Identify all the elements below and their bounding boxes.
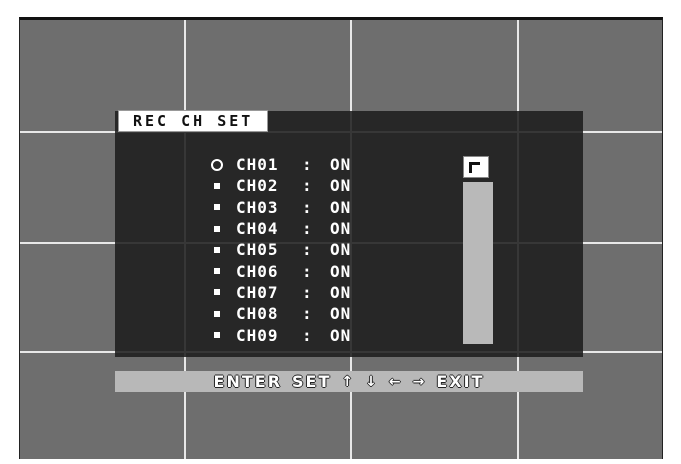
channel-list: CH01: ON CH02: ON CH03: ON CH04: ON CH05: ON CH06:… bbox=[208, 154, 351, 346]
channel-row[interactable]: CH09: ON bbox=[208, 324, 351, 345]
channel-state[interactable]: ON bbox=[330, 303, 351, 324]
square-marker-icon bbox=[208, 289, 226, 296]
square-marker-icon bbox=[208, 310, 226, 317]
arrow-up-icon: ↑ bbox=[341, 373, 356, 390]
channel-state[interactable]: ON bbox=[330, 218, 351, 239]
channel-separator: : bbox=[302, 155, 313, 175]
channel-state[interactable]: ON bbox=[330, 282, 351, 303]
menu-title: REC CH SET bbox=[118, 110, 269, 132]
channel-row[interactable]: CH03: ON bbox=[208, 197, 351, 218]
channel-state[interactable]: ON bbox=[330, 261, 351, 282]
channel-state[interactable]: ON bbox=[330, 197, 351, 218]
set-label: SET bbox=[292, 372, 332, 391]
channel-row[interactable]: CH07: ON bbox=[208, 282, 351, 303]
channel-state[interactable]: ON bbox=[330, 175, 351, 196]
scrollbar-track[interactable] bbox=[463, 182, 493, 344]
channel-separator: : bbox=[302, 304, 313, 324]
channel-row[interactable]: CH08: ON bbox=[208, 303, 351, 324]
channel-row[interactable]: CH02: ON bbox=[208, 175, 351, 196]
enter-label: ENTER bbox=[213, 372, 283, 391]
channel-name: CH01 bbox=[236, 155, 279, 175]
help-bar: ENTER SET ↑ ↓ ← → EXIT bbox=[115, 371, 583, 392]
channel-row[interactable]: CH05: ON bbox=[208, 239, 351, 260]
channel-name: CH06 bbox=[236, 261, 279, 281]
square-marker-icon bbox=[208, 246, 226, 253]
channel-state[interactable]: ON bbox=[330, 325, 351, 346]
channel-name: CH09 bbox=[236, 325, 279, 345]
circle-marker-icon bbox=[208, 158, 226, 171]
channel-separator: : bbox=[302, 219, 313, 239]
channel-state[interactable]: ON bbox=[330, 239, 351, 260]
square-marker-icon bbox=[208, 182, 226, 189]
arrow-right-icon: → bbox=[412, 373, 427, 390]
channel-separator: : bbox=[302, 240, 313, 260]
square-marker-icon bbox=[208, 332, 226, 339]
arrow-down-icon: ↓ bbox=[365, 373, 379, 390]
channel-name: CH02 bbox=[236, 176, 279, 196]
square-marker-icon bbox=[208, 268, 226, 275]
square-marker-icon bbox=[208, 204, 226, 211]
channel-separator: : bbox=[302, 197, 313, 217]
channel-name: CH08 bbox=[236, 304, 279, 324]
channel-row[interactable]: CH04: ON bbox=[208, 218, 351, 239]
scroll-thumb[interactable] bbox=[463, 156, 489, 178]
exit-label: EXIT bbox=[436, 372, 485, 391]
channel-state[interactable]: ON bbox=[330, 154, 351, 175]
channel-separator: : bbox=[302, 325, 313, 345]
channel-name: CH03 bbox=[236, 197, 279, 217]
channel-separator: : bbox=[302, 282, 313, 302]
dvr-screen: REC CH SET CH01: ON CH02: ON CH03: ON CH04: ON C… bbox=[19, 17, 663, 459]
channel-name: CH05 bbox=[236, 240, 279, 260]
channel-separator: : bbox=[302, 176, 313, 196]
square-marker-icon bbox=[208, 225, 226, 232]
channel-row[interactable]: CH01: ON bbox=[208, 154, 351, 175]
arrow-left-icon: ← bbox=[388, 373, 403, 390]
channel-name: CH04 bbox=[236, 219, 279, 239]
channel-name: CH07 bbox=[236, 282, 279, 302]
channel-row[interactable]: CH06: ON bbox=[208, 260, 351, 281]
scroll-thumb-icon bbox=[469, 162, 480, 173]
channel-separator: : bbox=[302, 261, 313, 281]
